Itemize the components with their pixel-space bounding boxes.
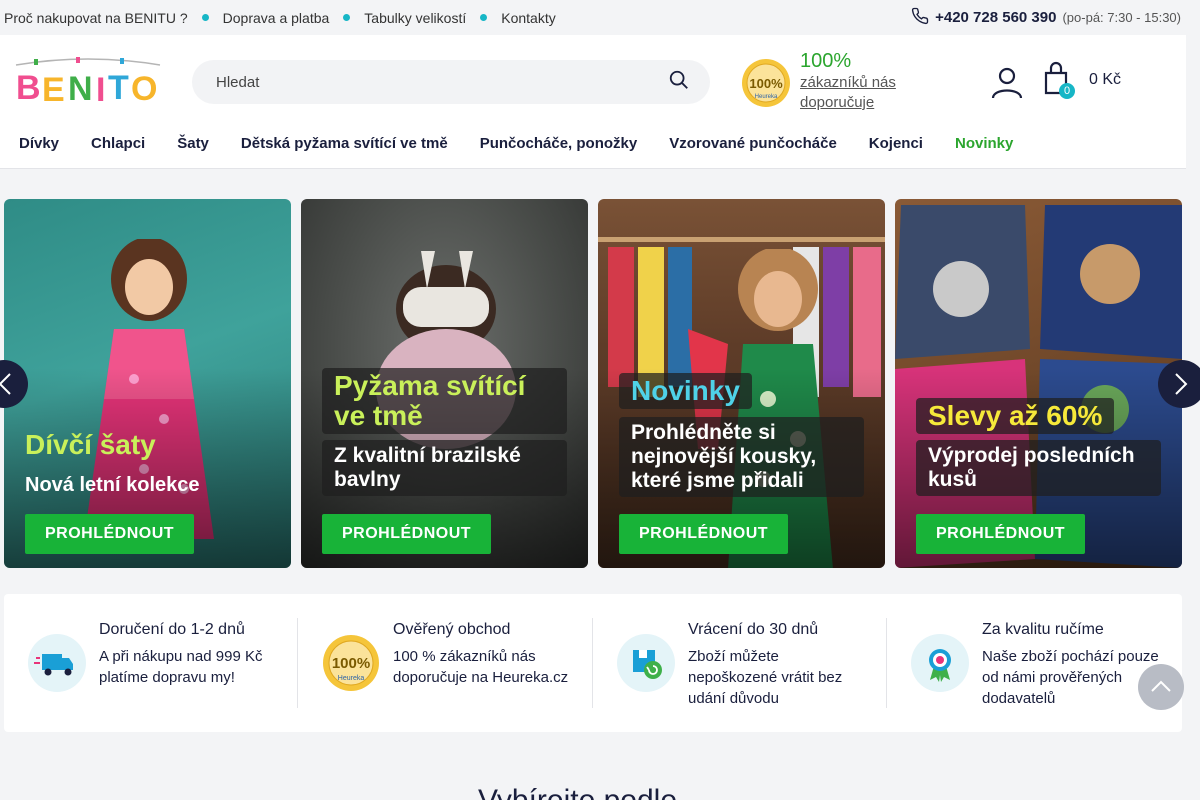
nav-item-boys[interactable]: Chlapci bbox=[91, 135, 145, 152]
banner-browse-button[interactable]: PROHLÉDNOUT bbox=[619, 514, 788, 554]
banner-sale[interactable]: Slevy až 60% Výprodej posledních kusů PR… bbox=[895, 199, 1182, 568]
top-link-contacts[interactable]: Kontakty bbox=[501, 10, 555, 26]
scroll-to-top-button[interactable] bbox=[1138, 664, 1184, 710]
chevron-right-icon bbox=[1175, 373, 1188, 395]
banner-browse-button[interactable]: PROHLÉDNOUT bbox=[322, 514, 491, 554]
delivery-truck-icon bbox=[28, 634, 86, 692]
top-bar: Proč nakupovat na BENITU ? Doprava a pla… bbox=[0, 0, 1186, 35]
svg-text:Heureka: Heureka bbox=[755, 94, 778, 100]
svg-text:O: O bbox=[131, 70, 157, 107]
svg-text:I: I bbox=[96, 71, 105, 107]
banner-subtitle: Prohlédněte si nejnovější kousky, které … bbox=[619, 417, 864, 497]
phone-contact: +420 728 560 390 (po-pá: 7:30 - 15:30) bbox=[911, 7, 1182, 28]
svg-text:Heureka: Heureka bbox=[338, 675, 365, 682]
benefits-strip: Doručení do 1-2 dnů A při nákupu nad 999… bbox=[4, 594, 1182, 732]
nav-item-new[interactable]: Novinky bbox=[955, 135, 1013, 152]
carousel-prev-button[interactable] bbox=[0, 360, 28, 408]
svg-text:T: T bbox=[108, 69, 129, 107]
benefit-description: Zboží můžete nepoškozené vrátit bez udán… bbox=[688, 648, 843, 707]
benefit-returns: Vrácení do 30 dnů Zboží můžete nepoškoze… bbox=[593, 618, 887, 708]
banner-title: Dívčí šaty bbox=[25, 429, 156, 460]
top-link-why-benito[interactable]: Proč nakupovat na BENITU ? bbox=[4, 10, 188, 26]
benito-logo[interactable]: B E N I T O bbox=[12, 55, 164, 109]
benefit-verified-shop: 100% Heureka Ověřený obchod 100 % zákazní… bbox=[298, 618, 592, 708]
return-box-icon bbox=[617, 634, 675, 692]
svg-text:N: N bbox=[68, 70, 93, 107]
opening-hours: (po-pá: 7:30 - 15:30) bbox=[1062, 10, 1181, 25]
nav-item-girls[interactable]: Dívky bbox=[19, 135, 59, 152]
chevron-left-icon bbox=[0, 373, 11, 395]
benefit-description: A při nákupu nad 999 Kč platíme dopravu … bbox=[99, 648, 263, 686]
banner-browse-button[interactable]: PROHLÉDNOUT bbox=[916, 514, 1085, 554]
benefit-quality: Za kvalitu ručíme Naše zboží pochází pou… bbox=[887, 618, 1181, 708]
banner-title: Pyžama svítící ve tmě bbox=[322, 368, 567, 434]
cart[interactable]: 0 0 Kč bbox=[1042, 61, 1121, 101]
search-bar[interactable] bbox=[192, 60, 710, 104]
nav-item-infants[interactable]: Kojenci bbox=[869, 135, 923, 152]
banner-subtitle: Výprodej posledních kusů bbox=[916, 440, 1161, 496]
user-account-icon[interactable] bbox=[990, 65, 1024, 99]
search-input[interactable] bbox=[216, 73, 668, 91]
phone-icon bbox=[911, 7, 929, 28]
benefit-description: Naše zboží pochází pouze od námi prověře… bbox=[982, 648, 1159, 707]
benefit-title: Ověřený obchod bbox=[393, 621, 511, 638]
benefit-description: 100 % zákazníků nás doporučuje na Heurek… bbox=[393, 648, 569, 686]
cart-total[interactable]: 0 Kč bbox=[1089, 71, 1121, 89]
svg-text:100%: 100% bbox=[332, 655, 370, 672]
banner-subtitle: Nová letní kolekce bbox=[25, 474, 200, 496]
shopping-bag-icon[interactable]: 0 bbox=[1042, 61, 1076, 101]
separator-dot bbox=[343, 14, 351, 21]
chevron-up-icon bbox=[1151, 680, 1171, 692]
search-icon[interactable] bbox=[668, 69, 690, 96]
cart-count-badge: 0 bbox=[1059, 83, 1075, 99]
heureka-badge-icon[interactable]: 100% Heureka bbox=[741, 58, 791, 108]
nav-item-dresses[interactable]: Šaty bbox=[177, 135, 209, 152]
carousel-next-button[interactable] bbox=[1158, 360, 1200, 408]
banner-new-arrivals[interactable]: Novinky Prohlédněte si nejnovější kousky… bbox=[598, 199, 885, 568]
benefit-title: Vrácení do 30 dnů bbox=[688, 621, 819, 638]
heureka-badge-icon: 100% Heureka bbox=[322, 634, 380, 692]
banner-title: Slevy až 60% bbox=[916, 398, 1115, 434]
banner-browse-button[interactable]: PROHLÉDNOUT bbox=[25, 514, 194, 554]
nav-item-patterned-tights[interactable]: Vzorované punčocháče bbox=[669, 135, 837, 152]
svg-text:100%: 100% bbox=[749, 76, 783, 91]
banner-title: Novinky bbox=[619, 373, 752, 409]
benefit-title: Doručení do 1-2 dnů bbox=[99, 621, 245, 638]
banner-glow-pajamas[interactable]: Pyžama svítící ve tmě Z kvalitní brazils… bbox=[301, 199, 588, 568]
banner-girls-dresses[interactable]: Dívčí šaty Nová letní kolekce PROHLÉDNOU… bbox=[4, 199, 291, 568]
top-link-size-charts[interactable]: Tabulky velikostí bbox=[364, 10, 466, 26]
banner-subtitle: Z kvalitní brazilské bavlny bbox=[322, 440, 567, 496]
separator-dot bbox=[480, 14, 488, 21]
main-navigation: Dívky Chlapci Šaty Dětská pyžama svítící… bbox=[19, 135, 1013, 152]
benefit-title: Za kvalitu ručíme bbox=[982, 621, 1104, 638]
quality-ribbon-icon bbox=[911, 634, 969, 692]
heureka-text[interactable]: zákazníků nás doporučuje bbox=[800, 73, 940, 113]
top-links: Proč nakupovat na BENITU ? Doprava a pla… bbox=[4, 10, 556, 26]
nav-item-tights-socks[interactable]: Punčocháče, ponožky bbox=[480, 135, 638, 152]
heureka-percent: 100% bbox=[800, 50, 852, 72]
site-header: B E N I T O 100% Heureka 100% zákazníků … bbox=[0, 35, 1186, 169]
section-heading: Vybírejte podle bbox=[478, 784, 677, 800]
separator-dot bbox=[201, 14, 209, 21]
benefit-delivery: Doručení do 1-2 dnů A při nákupu nad 999… bbox=[4, 618, 298, 708]
svg-text:E: E bbox=[42, 71, 65, 107]
nav-item-glow-pajamas[interactable]: Dětská pyžama svítící ve tmě bbox=[241, 135, 448, 152]
phone-number[interactable]: +420 728 560 390 bbox=[935, 9, 1056, 26]
svg-text:B: B bbox=[16, 69, 41, 107]
top-link-shipping[interactable]: Doprava a platba bbox=[223, 10, 330, 26]
promo-banners: Dívčí šaty Nová letní kolekce PROHLÉDNOU… bbox=[4, 199, 1182, 568]
heureka-recommendation[interactable]: 100% zákazníků nás doporučuje bbox=[800, 49, 940, 113]
